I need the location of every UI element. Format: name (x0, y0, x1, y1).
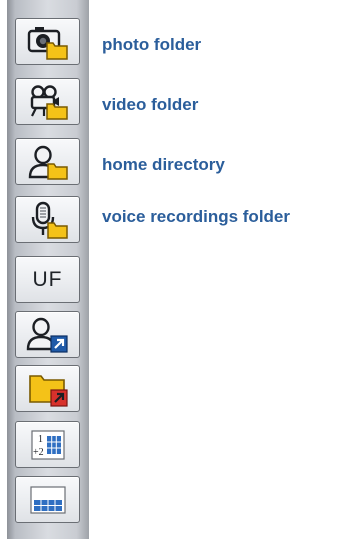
video-folder-label: video folder (102, 95, 199, 114)
home-directory-button[interactable] (15, 138, 80, 185)
photo-folder-button[interactable] (15, 18, 80, 65)
numbered-grid-bottom-text: +2 (33, 447, 44, 458)
video-folder-icon (26, 84, 70, 120)
uf-icon: UF (32, 268, 63, 291)
folder-shortcut-button[interactable] (15, 365, 80, 412)
photo-folder-label: photo folder (102, 35, 202, 54)
numbered-grid-button[interactable]: 1 +2 (15, 421, 80, 468)
folder-shortcut-icon (26, 370, 70, 408)
photo-folder-icon (26, 24, 70, 60)
home-directory-label: home directory (102, 155, 225, 174)
video-folder-button[interactable] (15, 78, 80, 125)
grid-table-icon (26, 482, 70, 518)
voice-recordings-folder-icon (26, 201, 70, 239)
grid-table-button[interactable] (15, 476, 80, 523)
uf-button[interactable]: UF (15, 256, 80, 303)
voice-recordings-folder-label: voice recordings folder (102, 207, 290, 226)
user-shortcut-icon (26, 316, 70, 354)
home-directory-icon (26, 144, 70, 180)
voice-recordings-folder-button[interactable] (15, 196, 80, 243)
icon-legend: photo folder video folder home directory (0, 0, 338, 539)
numbered-grid-icon: 1 +2 (26, 427, 70, 463)
numbered-grid-top-text: 1 (38, 434, 43, 445)
user-shortcut-button[interactable] (15, 311, 80, 358)
